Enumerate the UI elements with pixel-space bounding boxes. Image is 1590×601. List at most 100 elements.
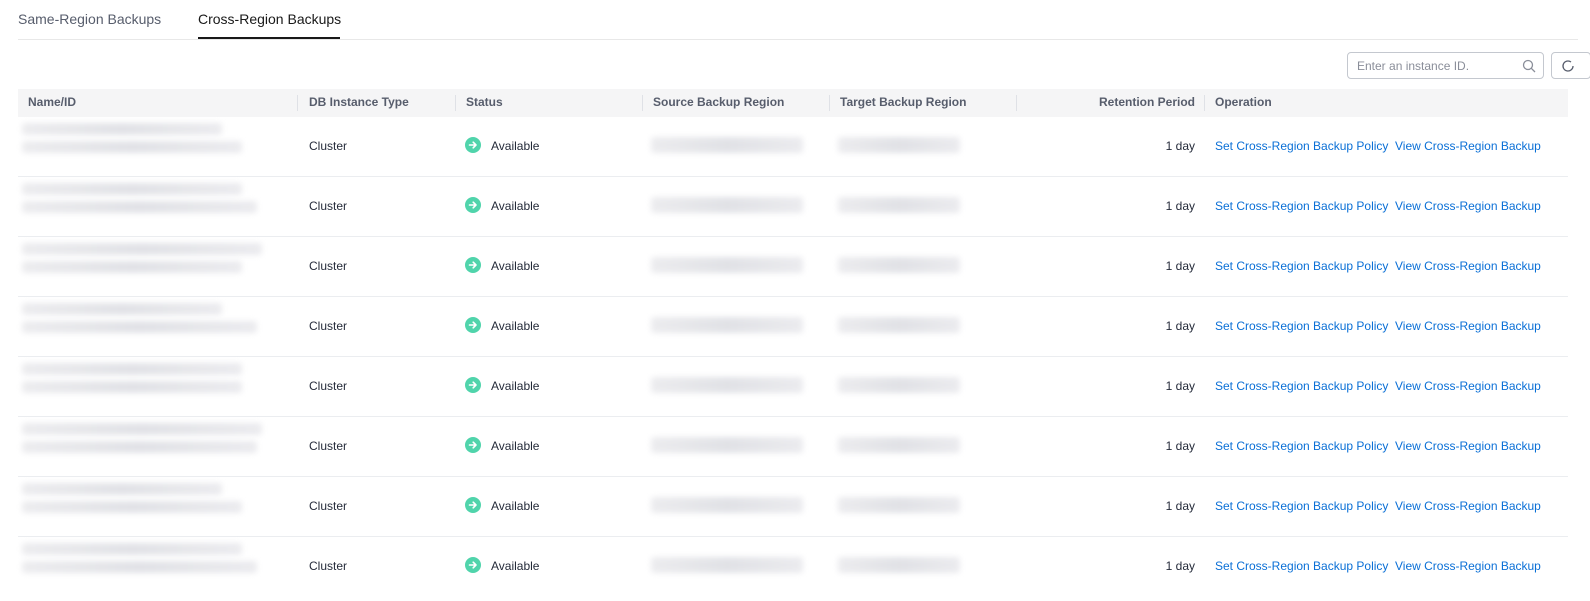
- instance-id-search-input[interactable]: [1357, 57, 1517, 75]
- redacted-instance-name: [22, 183, 242, 195]
- view-cross-region-backup-link[interactable]: View Cross-Region Backup: [1395, 259, 1541, 273]
- tab-same-region-backups[interactable]: Same-Region Backups: [18, 11, 161, 27]
- status-available-icon: [465, 377, 481, 393]
- redacted-instance-id: [22, 501, 242, 513]
- set-cross-region-backup-policy-link[interactable]: Set Cross-Region Backup Policy: [1215, 259, 1388, 273]
- status-text: Available: [491, 439, 540, 453]
- redacted-instance-name: [22, 303, 222, 315]
- redacted-instance-id: [22, 441, 257, 453]
- db-instance-type: Cluster: [309, 559, 348, 573]
- set-cross-region-backup-policy-link[interactable]: Set Cross-Region Backup Policy: [1215, 439, 1388, 453]
- status-text: Available: [491, 379, 540, 393]
- status-text: Available: [491, 199, 540, 213]
- view-cross-region-backup-link[interactable]: View Cross-Region Backup: [1395, 379, 1541, 393]
- view-cross-region-backup-link[interactable]: View Cross-Region Backup: [1395, 499, 1541, 513]
- view-cross-region-backup-link[interactable]: View Cross-Region Backup: [1395, 319, 1541, 333]
- status-available-icon: [465, 317, 481, 333]
- refresh-icon: [1562, 60, 1574, 72]
- redacted-instance-name: [22, 543, 242, 555]
- retention-period: 1 day: [1165, 199, 1195, 213]
- retention-period: 1 day: [1165, 139, 1195, 153]
- active-tab-indicator: [198, 37, 340, 39]
- view-cross-region-backup-link[interactable]: View Cross-Region Backup: [1395, 139, 1541, 153]
- redacted-source-backup-region: [651, 317, 803, 333]
- db-instance-type: Cluster: [309, 379, 348, 393]
- redacted-instance-id: [22, 141, 242, 153]
- column-header-status: Status: [466, 95, 503, 109]
- set-cross-region-backup-policy-link[interactable]: Set Cross-Region Backup Policy: [1215, 319, 1388, 333]
- column-divider: [297, 95, 298, 111]
- redacted-source-backup-region: [651, 557, 803, 573]
- view-cross-region-backup-link[interactable]: View Cross-Region Backup: [1395, 439, 1541, 453]
- db-instance-type: Cluster: [309, 139, 348, 153]
- retention-period: 1 day: [1165, 439, 1195, 453]
- redacted-target-backup-region: [838, 317, 960, 333]
- redacted-source-backup-region: [651, 437, 803, 453]
- redacted-target-backup-region: [838, 437, 960, 453]
- column-header-source-backup-region: Source Backup Region: [653, 95, 785, 109]
- set-cross-region-backup-policy-link[interactable]: Set Cross-Region Backup Policy: [1215, 139, 1388, 153]
- column-divider: [455, 95, 456, 111]
- redacted-target-backup-region: [838, 377, 960, 393]
- set-cross-region-backup-policy-link[interactable]: Set Cross-Region Backup Policy: [1215, 559, 1388, 573]
- backup-table-body: Cluster Available 1 day Set Cross-Region Ba…: [18, 117, 1568, 597]
- db-instance-type: Cluster: [309, 499, 348, 513]
- redacted-instance-name: [22, 243, 262, 255]
- db-instance-type: Cluster: [309, 439, 348, 453]
- redacted-target-backup-region: [838, 257, 960, 273]
- redacted-instance-id: [22, 261, 242, 273]
- redacted-instance-id: [22, 201, 257, 213]
- tab-cross-region-backups[interactable]: Cross-Region Backups: [198, 11, 341, 27]
- redacted-source-backup-region: [651, 257, 803, 273]
- retention-period: 1 day: [1165, 259, 1195, 273]
- table-row: Cluster Available 1 day Set Cross-Region Ba…: [18, 237, 1568, 297]
- column-header-name-id: Name/ID: [28, 95, 77, 109]
- redacted-instance-id: [22, 321, 257, 333]
- redacted-source-backup-region: [651, 197, 803, 213]
- status-available-icon: [465, 497, 481, 513]
- redacted-instance-name: [22, 483, 222, 495]
- instance-search-box: [1347, 52, 1544, 79]
- status-text: Available: [491, 499, 540, 513]
- retention-period: 1 day: [1165, 499, 1195, 513]
- redacted-target-backup-region: [838, 497, 960, 513]
- redacted-instance-name: [22, 423, 262, 435]
- db-instance-type: Cluster: [309, 199, 348, 213]
- column-divider: [1016, 95, 1017, 111]
- redacted-source-backup-region: [651, 377, 803, 393]
- redacted-instance-name: [22, 123, 222, 135]
- status-available-icon: [465, 257, 481, 273]
- refresh-button[interactable]: [1551, 52, 1590, 79]
- column-header-db-instance-type: DB Instance Type: [309, 95, 409, 109]
- redacted-source-backup-region: [651, 137, 803, 153]
- set-cross-region-backup-policy-link[interactable]: Set Cross-Region Backup Policy: [1215, 199, 1388, 213]
- db-instance-type: Cluster: [309, 319, 348, 333]
- view-cross-region-backup-link[interactable]: View Cross-Region Backup: [1395, 559, 1541, 573]
- table-row: Cluster Available 1 day Set Cross-Region Ba…: [18, 477, 1568, 537]
- set-cross-region-backup-policy-link[interactable]: Set Cross-Region Backup Policy: [1215, 379, 1388, 393]
- column-divider: [1204, 95, 1205, 111]
- status-available-icon: [465, 437, 481, 453]
- set-cross-region-backup-policy-link[interactable]: Set Cross-Region Backup Policy: [1215, 499, 1388, 513]
- table-row: Cluster Available 1 day Set Cross-Region Ba…: [18, 537, 1568, 597]
- retention-period: 1 day: [1165, 379, 1195, 393]
- redacted-instance-id: [22, 381, 242, 393]
- redacted-target-backup-region: [838, 557, 960, 573]
- redacted-target-backup-region: [838, 197, 960, 213]
- table-row: Cluster Available 1 day Set Cross-Region Ba…: [18, 177, 1568, 237]
- table-row: Cluster Available 1 day Set Cross-Region Ba…: [18, 117, 1568, 177]
- redacted-target-backup-region: [838, 137, 960, 153]
- cross-region-backups-page: Same-Region Backups Cross-Region Backups…: [0, 0, 1590, 601]
- column-header-operation: Operation: [1215, 95, 1272, 109]
- status-text: Available: [491, 259, 540, 273]
- column-header-target-backup-region: Target Backup Region: [840, 95, 967, 109]
- backup-tabs: Same-Region Backups Cross-Region Backups: [18, 0, 1578, 40]
- redacted-instance-name: [22, 363, 242, 375]
- redacted-instance-id: [22, 561, 257, 573]
- view-cross-region-backup-link[interactable]: View Cross-Region Backup: [1395, 199, 1541, 213]
- status-text: Available: [491, 139, 540, 153]
- search-icon[interactable]: [1522, 59, 1536, 73]
- column-divider: [642, 95, 643, 111]
- status-available-icon: [465, 197, 481, 213]
- table-row: Cluster Available 1 day Set Cross-Region Ba…: [18, 357, 1568, 417]
